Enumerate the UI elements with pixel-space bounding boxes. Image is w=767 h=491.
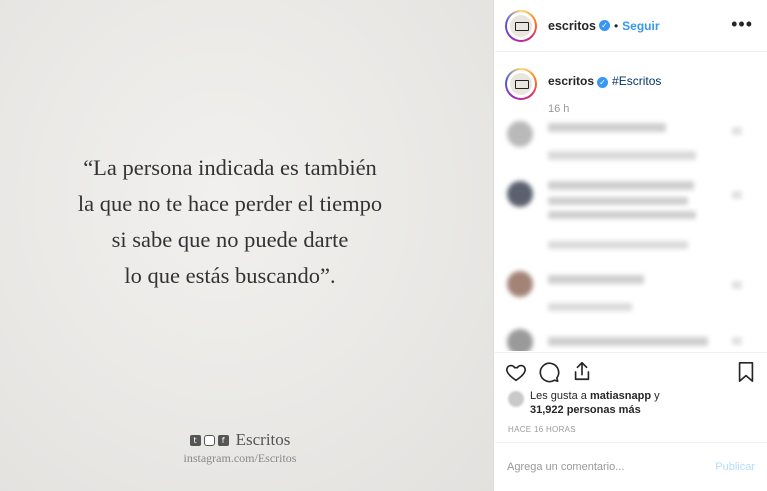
likes-summary: Les gusta a matiasnapp y 31,922 personas…	[508, 389, 660, 417]
redacted-comment-like	[732, 337, 742, 345]
caption-username[interactable]: escritos	[548, 74, 594, 88]
post-timestamp: HACE 16 HORAS	[508, 425, 576, 434]
redacted-comment-like	[732, 191, 742, 199]
redacted-comment-text	[548, 211, 696, 219]
instagram-icon	[203, 434, 215, 446]
verified-badge-icon: ✓	[597, 77, 609, 88]
likes-prefix: Les gusta a	[530, 390, 587, 402]
redacted-comment-text	[548, 275, 644, 284]
likes-conjunction: y	[654, 390, 660, 402]
brand-url: instagram.com/Escritos	[183, 451, 297, 465]
verified-badge-icon: ✓	[598, 20, 610, 31]
caption-text-container: escritos ✓ #Escritos	[548, 74, 661, 88]
redacted-comment-like	[732, 127, 742, 135]
caption-row: escritos ✓ #Escritos	[505, 68, 661, 100]
follow-button[interactable]: Seguir	[622, 19, 659, 33]
post-actions: Les gusta a matiasnapp y 31,922 personas…	[495, 352, 767, 442]
comment-avatar	[507, 181, 533, 207]
liker-avatar	[508, 391, 524, 407]
more-options-icon[interactable]: •••	[731, 14, 753, 35]
add-comment-bar: Publicar	[495, 442, 767, 491]
redacted-comment-text	[548, 123, 666, 132]
separator-dot: •	[613, 18, 619, 33]
share-icon[interactable]	[571, 360, 593, 382]
comment-avatar	[507, 121, 533, 147]
post-image: “La persona indicada es también la que n…	[0, 0, 494, 491]
comment-avatar	[507, 271, 533, 297]
redacted-comment-text	[548, 151, 696, 160]
facebook-icon: f	[217, 434, 229, 446]
redacted-comment-like	[732, 281, 742, 289]
post-header: escritos ✓ • Seguir •••	[495, 0, 767, 52]
redacted-comment-text	[548, 337, 708, 346]
caption-time: 16 h	[548, 103, 570, 115]
twitter-icon: t	[189, 434, 201, 446]
heart-icon[interactable]	[505, 361, 527, 383]
redacted-comment-text	[548, 197, 688, 205]
redacted-comment-text	[548, 181, 694, 190]
brand-name: Escritos	[235, 430, 291, 449]
publish-button[interactable]: Publicar	[715, 461, 755, 473]
header-username[interactable]: escritos	[548, 19, 596, 33]
avatar[interactable]	[505, 9, 537, 42]
likes-count[interactable]: 31,922 personas más	[530, 404, 641, 416]
bookmark-icon[interactable]	[736, 361, 756, 383]
quote-text: “La persona indicada es también la que n…	[77, 155, 383, 288]
liker-username[interactable]: matiasnapp	[590, 390, 651, 402]
comment-input[interactable]	[507, 461, 716, 473]
caption-hashtag[interactable]: #Escritos	[612, 74, 661, 88]
comments-section[interactable]: escritos ✓ #Escritos 16 h	[495, 53, 767, 351]
post-sidebar: escritos ✓ • Seguir ••• escritos ✓ #Escrit…	[495, 0, 767, 491]
brand-watermark: t f Escritos instagram.com/Escritos	[140, 430, 340, 466]
redacted-comment-text	[548, 303, 632, 311]
comment-avatar	[507, 329, 533, 351]
caption-avatar[interactable]	[505, 68, 537, 100]
comment-icon[interactable]	[538, 361, 560, 383]
redacted-comment-text	[548, 241, 688, 249]
likes-text: Les gusta a matiasnapp y 31,922 personas…	[530, 389, 660, 417]
